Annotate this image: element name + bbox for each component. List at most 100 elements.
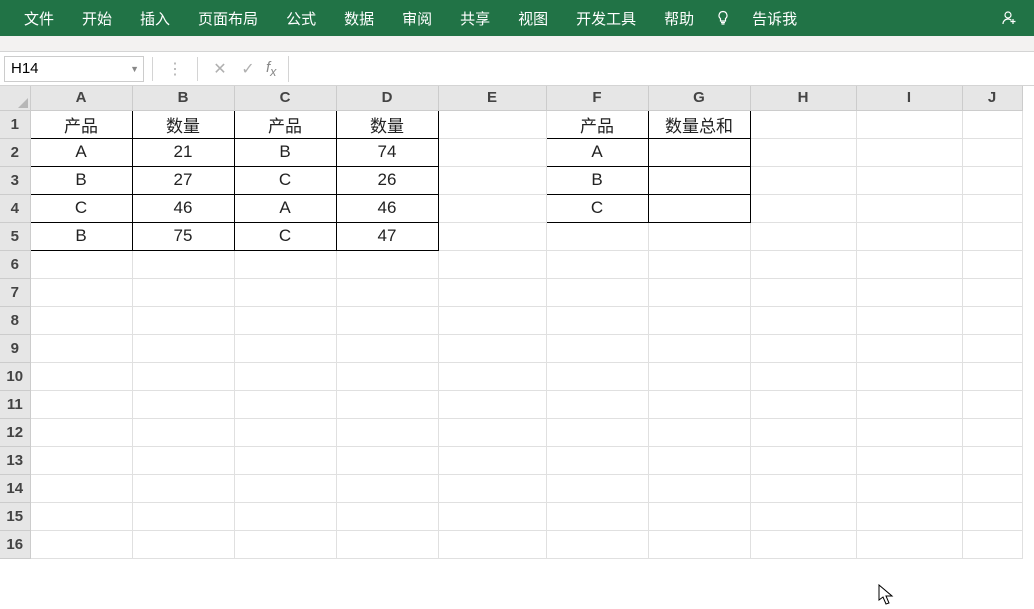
cell-J11[interactable] — [962, 390, 1022, 418]
cell-A7[interactable] — [30, 278, 132, 306]
cell-F7[interactable] — [546, 278, 648, 306]
cell-F10[interactable] — [546, 362, 648, 390]
cell-C13[interactable] — [234, 446, 336, 474]
cell-G6[interactable] — [648, 250, 750, 278]
dots-icon[interactable]: ⋮ — [161, 59, 189, 79]
cell-C5[interactable]: C — [234, 222, 336, 250]
cell-J10[interactable] — [962, 362, 1022, 390]
cell-F14[interactable] — [546, 474, 648, 502]
col-header-I[interactable]: I — [856, 86, 962, 110]
cell-C7[interactable] — [234, 278, 336, 306]
cell-H1[interactable] — [750, 110, 856, 138]
row-header-4[interactable]: 4 — [0, 194, 30, 222]
row-header-14[interactable]: 14 — [0, 474, 30, 502]
cell-B10[interactable] — [132, 362, 234, 390]
row-header-7[interactable]: 7 — [0, 278, 30, 306]
cell-A2[interactable]: A — [30, 138, 132, 166]
ribbon-tab-9[interactable]: 开发工具 — [562, 0, 650, 37]
cell-C8[interactable] — [234, 306, 336, 334]
cell-I1[interactable] — [856, 110, 962, 138]
ribbon-tab-7[interactable]: 共享 — [446, 0, 504, 37]
row-header-13[interactable]: 13 — [0, 446, 30, 474]
col-header-D[interactable]: D — [336, 86, 438, 110]
cell-D8[interactable] — [336, 306, 438, 334]
cell-D12[interactable] — [336, 418, 438, 446]
cell-J15[interactable] — [962, 502, 1022, 530]
cell-A1[interactable]: 产品 — [30, 110, 132, 138]
cell-D10[interactable] — [336, 362, 438, 390]
cell-J3[interactable] — [962, 166, 1022, 194]
ribbon-tab-10[interactable]: 帮助 — [650, 0, 708, 37]
cell-H15[interactable] — [750, 502, 856, 530]
cell-B2[interactable]: 21 — [132, 138, 234, 166]
cell-D13[interactable] — [336, 446, 438, 474]
cell-H13[interactable] — [750, 446, 856, 474]
cell-H10[interactable] — [750, 362, 856, 390]
cell-I9[interactable] — [856, 334, 962, 362]
cell-B13[interactable] — [132, 446, 234, 474]
cell-J2[interactable] — [962, 138, 1022, 166]
cell-B4[interactable]: 46 — [132, 194, 234, 222]
spreadsheet-grid[interactable]: ABCDEFGHIJ1产品数量产品数量产品数量总和2A21B74A3B27C26… — [0, 86, 1034, 559]
cell-D6[interactable] — [336, 250, 438, 278]
cell-C15[interactable] — [234, 502, 336, 530]
cell-J8[interactable] — [962, 306, 1022, 334]
cell-H16[interactable] — [750, 530, 856, 558]
cell-I13[interactable] — [856, 446, 962, 474]
cell-J9[interactable] — [962, 334, 1022, 362]
fx-icon[interactable]: fx — [262, 59, 280, 79]
cell-C4[interactable]: A — [234, 194, 336, 222]
cell-G15[interactable] — [648, 502, 750, 530]
cell-G3[interactable] — [648, 166, 750, 194]
cell-G5[interactable] — [648, 222, 750, 250]
cell-J16[interactable] — [962, 530, 1022, 558]
cell-H5[interactable] — [750, 222, 856, 250]
cell-F1[interactable]: 产品 — [546, 110, 648, 138]
cell-B1[interactable]: 数量 — [132, 110, 234, 138]
col-header-H[interactable]: H — [750, 86, 856, 110]
ribbon-tab-4[interactable]: 公式 — [272, 0, 330, 37]
cell-D11[interactable] — [336, 390, 438, 418]
cell-G7[interactable] — [648, 278, 750, 306]
cell-F8[interactable] — [546, 306, 648, 334]
cell-A6[interactable] — [30, 250, 132, 278]
cell-B5[interactable]: 75 — [132, 222, 234, 250]
cell-H11[interactable] — [750, 390, 856, 418]
cell-I10[interactable] — [856, 362, 962, 390]
cell-E1[interactable] — [438, 110, 546, 138]
cell-E14[interactable] — [438, 474, 546, 502]
ribbon-tab-8[interactable]: 视图 — [504, 0, 562, 37]
row-header-1[interactable]: 1 — [0, 110, 30, 138]
cell-A15[interactable] — [30, 502, 132, 530]
cell-B7[interactable] — [132, 278, 234, 306]
cell-B14[interactable] — [132, 474, 234, 502]
row-header-9[interactable]: 9 — [0, 334, 30, 362]
row-header-5[interactable]: 5 — [0, 222, 30, 250]
cell-J6[interactable] — [962, 250, 1022, 278]
select-all-corner[interactable] — [0, 86, 30, 110]
cell-H14[interactable] — [750, 474, 856, 502]
cell-H7[interactable] — [750, 278, 856, 306]
cell-C2[interactable]: B — [234, 138, 336, 166]
cell-B12[interactable] — [132, 418, 234, 446]
ribbon-tab-1[interactable]: 开始 — [68, 0, 126, 37]
col-header-J[interactable]: J — [962, 86, 1022, 110]
tell-me-tab[interactable]: 告诉我 — [738, 0, 811, 37]
row-header-2[interactable]: 2 — [0, 138, 30, 166]
cell-F4[interactable]: C — [546, 194, 648, 222]
cell-B9[interactable] — [132, 334, 234, 362]
cell-J5[interactable] — [962, 222, 1022, 250]
name-box[interactable]: H14 ▼ — [4, 56, 144, 82]
ribbon-tab-2[interactable]: 插入 — [126, 0, 184, 37]
formula-input[interactable] — [288, 56, 1034, 82]
cell-C11[interactable] — [234, 390, 336, 418]
cell-B15[interactable] — [132, 502, 234, 530]
cell-H9[interactable] — [750, 334, 856, 362]
cell-B3[interactable]: 27 — [132, 166, 234, 194]
cell-G4[interactable] — [648, 194, 750, 222]
cell-A3[interactable]: B — [30, 166, 132, 194]
cell-B8[interactable] — [132, 306, 234, 334]
cell-I2[interactable] — [856, 138, 962, 166]
cell-I15[interactable] — [856, 502, 962, 530]
cell-D1[interactable]: 数量 — [336, 110, 438, 138]
